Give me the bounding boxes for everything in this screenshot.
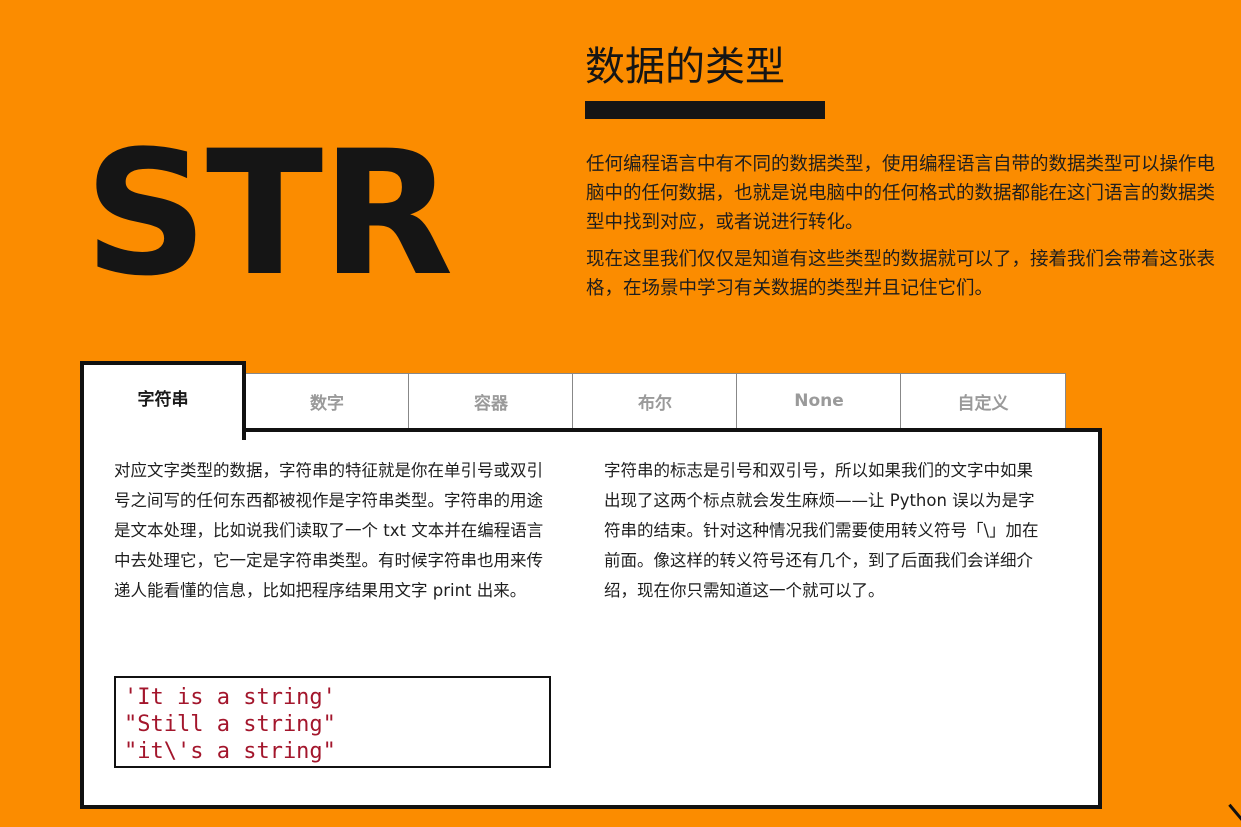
code-line: "it\'s a string"	[124, 739, 336, 764]
tab-label: 数字	[310, 393, 344, 414]
panel-left-column: 对应文字类型的数据，字符串的特征就是你在单引号或双引号之间写的任何东西都被视作是…	[114, 456, 559, 606]
tab-string[interactable]: 字符串	[80, 361, 246, 440]
intro-text: 任何编程语言中有不同的数据类型，使用编程语言自带的数据类型可以操作电脑中的任何数…	[586, 150, 1226, 311]
title-underline-bar	[585, 101, 825, 119]
intro-paragraph: 任何编程语言中有不同的数据类型，使用编程语言自带的数据类型可以操作电脑中的任何数…	[586, 154, 1216, 233]
tab-container[interactable]: 容器	[408, 373, 574, 428]
section-title: 数据的类型	[585, 44, 785, 90]
right-description: 字符串的标志是引号和双引号，所以如果我们的文字中如果出现了这两个标点就会发生麻烦…	[604, 461, 1039, 600]
panel-right-column: 字符串的标志是引号和双引号，所以如果我们的文字中如果出现了这两个标点就会发生麻烦…	[604, 456, 1049, 606]
code-line: 'It is a string'	[124, 685, 336, 710]
code-example-box: 'It is a string' "Still a string" "it\'s…	[114, 676, 551, 768]
tab-label: 布尔	[638, 393, 672, 414]
corner-mark	[1228, 790, 1241, 822]
intro-paragraph: 现在这里我们仅仅是知道有这些类型的数据就可以了，接着我们会带着这张表格，在场景中…	[586, 249, 1216, 299]
tab-boolean[interactable]: 布尔	[572, 373, 738, 428]
data-type-card: 字符串 数字 容器 布尔 None 自定义 对应文字类型的数据，字符串的特征就是…	[80, 361, 1102, 813]
tab-label: None	[794, 391, 844, 411]
panel-top-border	[242, 428, 1100, 432]
tab-number[interactable]: 数字	[244, 373, 410, 428]
tab-label: 自定义	[957, 393, 1009, 414]
left-description: 对应文字类型的数据，字符串的特征就是你在单引号或双引号之间写的任何东西都被视作是…	[114, 461, 544, 600]
tab-label: 字符串	[137, 390, 189, 410]
tab-label: 容器	[474, 393, 508, 414]
tab-none[interactable]: None	[736, 373, 902, 428]
hero-title: STR	[84, 113, 454, 314]
tab-custom[interactable]: 自定义	[900, 373, 1066, 428]
code-line: "Still a string"	[124, 712, 336, 737]
